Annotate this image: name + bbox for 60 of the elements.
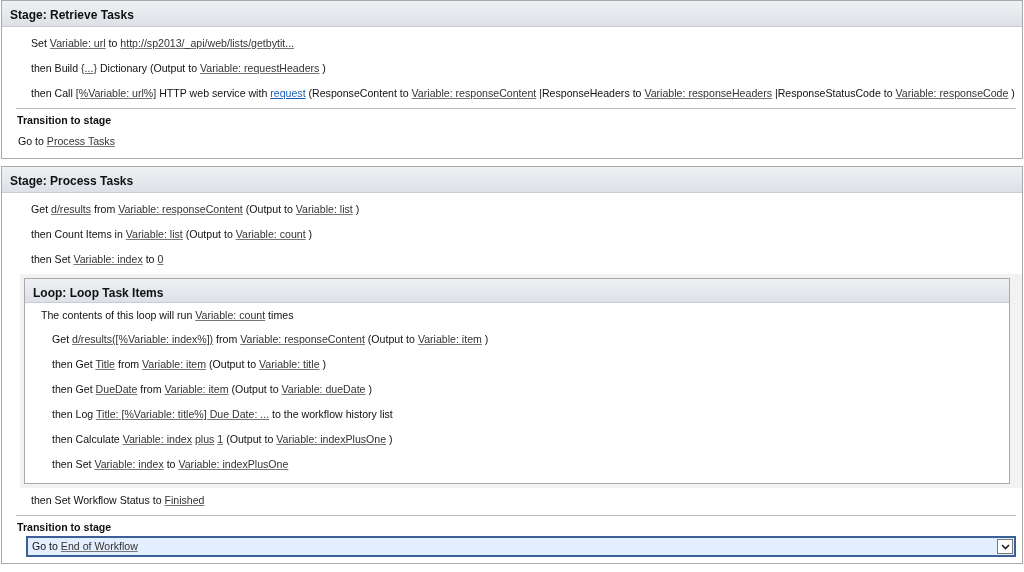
- request-link[interactable]: request: [270, 87, 306, 99]
- variable-link[interactable]: Variable: item: [417, 333, 482, 345]
- stage-title: Stage: Process Tasks: [2, 167, 1022, 193]
- dropdown-button[interactable]: [997, 539, 1013, 554]
- variable-link[interactable]: 1: [217, 433, 224, 445]
- variable-link[interactable]: End of Workflow: [60, 540, 138, 552]
- transition-line: Go to Process Tasks: [17, 134, 116, 149]
- action-line: then Log Title: [%Variable: title%] Due Date: ... to the workflow history list: [51, 407, 394, 422]
- variable-link[interactable]: Variable: responseCode: [895, 87, 1009, 99]
- variable-link[interactable]: Variable: responseContent: [411, 87, 537, 99]
- action-line: Set Variable: url to http://sp2013/_api/web/lists/getbytit...: [30, 36, 296, 51]
- variable-link[interactable]: d/results: [51, 203, 92, 215]
- variable-link[interactable]: Variable: url: [49, 37, 106, 49]
- variable-link[interactable]: Process Tasks: [46, 135, 115, 147]
- action-line: then Calculate Variable: index plus 1 (Output to Variable: indexPlusOne ): [51, 432, 394, 447]
- variable-link[interactable]: Variable: title: [259, 358, 320, 370]
- loop-title: Loop: Loop Task Items: [25, 279, 1009, 303]
- action-line: then Build {...} Dictionary (Output to Variable: requestHeaders ): [30, 61, 327, 76]
- action-line: then Get Title from Variable: item (Output to Variable: title ): [51, 357, 328, 372]
- action-line: Get d/results from Variable: responseContent (Output to Variable: list ): [30, 202, 361, 217]
- action-line: then Set Variable: index to 0: [30, 252, 165, 267]
- variable-link[interactable]: http://sp2013/_api/web/lists/getbytit...: [120, 37, 295, 49]
- action-line: then Count Items in Variable: list (Output to Variable: count ): [30, 227, 314, 242]
- variable-link[interactable]: Variable: responseHeaders: [644, 87, 772, 99]
- transition-heading: Transition to stage: [16, 520, 113, 535]
- stage-title: Stage: Retrieve Tasks: [2, 1, 1022, 27]
- variable-link[interactable]: Variable: requestHeaders: [200, 62, 320, 74]
- variable-link[interactable]: d/results([%Variable: index%]): [72, 333, 214, 345]
- transition-line: Go to End of Workflow: [32, 539, 138, 554]
- variable-link[interactable]: Variable: index: [73, 253, 143, 265]
- variable-link[interactable]: Variable: index: [94, 458, 164, 470]
- transition-dropdown[interactable]: Go to End of Workflow: [26, 536, 1016, 557]
- action-line: then Set Workflow Status to Finished: [30, 493, 206, 508]
- variable-link[interactable]: Finished: [164, 494, 205, 506]
- variable-link[interactable]: Variable: item: [142, 358, 207, 370]
- loop-summary: The contents of this loop will run Variable: count times: [40, 308, 295, 323]
- variable-link[interactable]: Variable: list: [295, 203, 353, 215]
- chevron-down-icon: [1000, 543, 1010, 550]
- variable-link[interactable]: Variable: responseContent: [240, 333, 365, 345]
- variable-link[interactable]: plus: [194, 433, 215, 445]
- transition-heading: Transition to stage: [16, 113, 113, 128]
- variable-link[interactable]: [%Variable: url%]: [75, 87, 157, 99]
- variable-link[interactable]: Variable: dueDate: [281, 383, 366, 395]
- variable-link[interactable]: Variable: responseContent: [118, 203, 243, 215]
- action-line: then Set Variable: index to Variable: indexPlusOne: [51, 457, 290, 472]
- variable-link[interactable]: Title: [95, 358, 115, 370]
- variable-link[interactable]: Variable: index: [122, 433, 192, 445]
- action-line: then Call [%Variable: url%] HTTP web service with request (ResponseContent to Variable: responseContent |ResponseHeaders to Variable: responseHeaders |ResponseStatusCode to Variable: responseCode ): [30, 86, 1016, 101]
- variable-link[interactable]: 0: [157, 253, 164, 265]
- action-line: Get d/results([%Variable: index%]) from Variable: responseContent (Output to Variable: item ): [51, 332, 490, 347]
- variable-link[interactable]: Variable: item: [164, 383, 229, 395]
- variable-link[interactable]: Variable: count: [235, 228, 306, 240]
- variable-link[interactable]: Title: [%Variable: title%] Due Date: ...: [96, 408, 270, 420]
- variable-link[interactable]: DueDate: [95, 383, 138, 395]
- action-line: then Get DueDate from Variable: item (Output to Variable: dueDate ): [51, 382, 373, 397]
- variable-link[interactable]: Variable: indexPlusOne: [276, 433, 387, 445]
- variable-link[interactable]: Variable: count: [195, 309, 266, 321]
- variable-link[interactable]: {...}: [81, 62, 97, 74]
- variable-link[interactable]: Variable: indexPlusOne: [178, 458, 289, 470]
- variable-link[interactable]: Variable: list: [125, 228, 183, 240]
